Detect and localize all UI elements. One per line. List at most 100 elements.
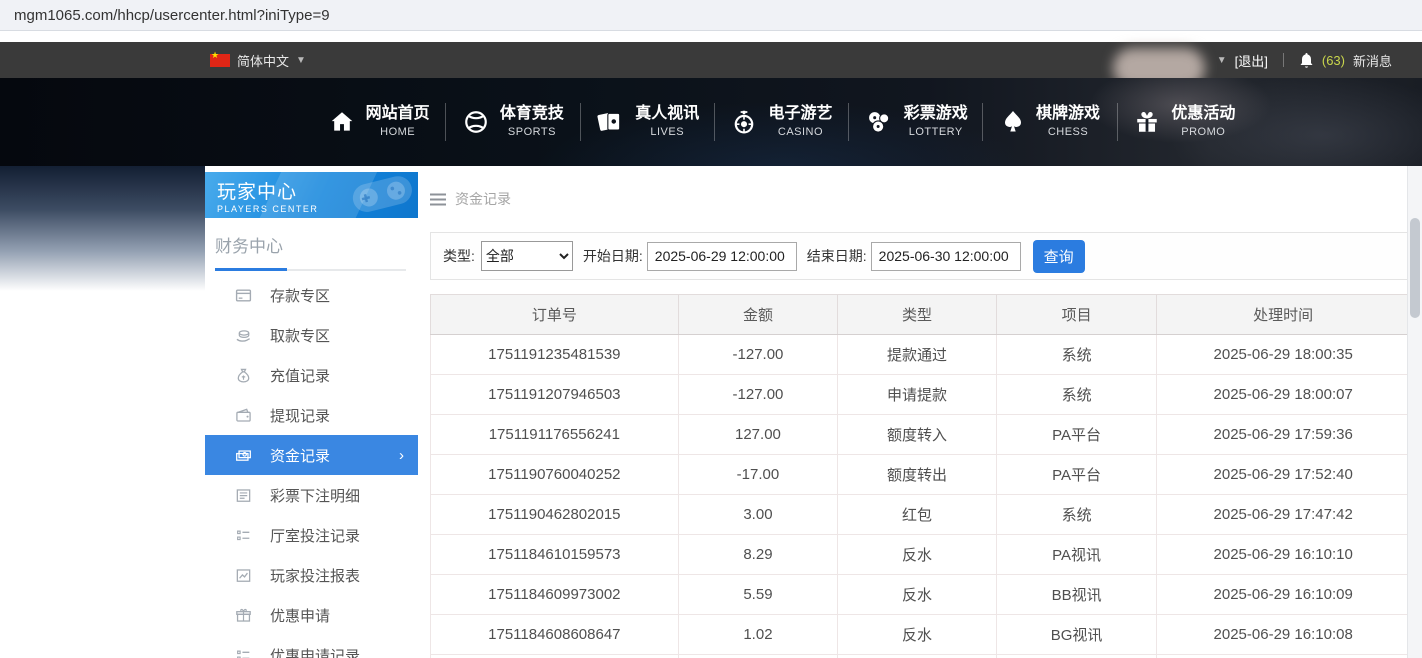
table-cell: 127.00 bbox=[678, 415, 838, 455]
nav-label-en: LOTTERY bbox=[909, 126, 963, 140]
table-cell: 2025-06-29 17:52:40 bbox=[1157, 455, 1410, 495]
sidebar-item-label: 存款专区 bbox=[270, 285, 330, 306]
language-selector[interactable]: ★ 简体中文 ▼ bbox=[210, 51, 306, 70]
nav-label-en: CASINO bbox=[778, 126, 823, 140]
deposit-card-icon bbox=[235, 287, 253, 304]
end-date-label: 结束日期: bbox=[807, 246, 867, 266]
table-cell bbox=[838, 655, 997, 658]
list-icon bbox=[235, 647, 253, 658]
nav-item-casino[interactable]: 电子游艺 CASINO bbox=[715, 78, 849, 166]
table-cell: 8.29 bbox=[678, 535, 838, 575]
table-cell: 系统 bbox=[996, 375, 1157, 415]
type-label: 类型: bbox=[443, 246, 475, 266]
sidebar-title-zh: 玩家中心 bbox=[217, 177, 418, 204]
scrollbar-thumb[interactable] bbox=[1410, 218, 1420, 318]
sidebar-section: 财务中心 bbox=[205, 218, 418, 271]
divider bbox=[1283, 53, 1284, 67]
hamburger-icon[interactable] bbox=[430, 193, 446, 206]
start-date-input[interactable] bbox=[647, 242, 797, 271]
table-cell: PA视讯 bbox=[996, 535, 1157, 575]
logout-link[interactable]: [退出] bbox=[1235, 51, 1268, 70]
sidebar-item-label: 玩家投注报表 bbox=[270, 565, 360, 586]
nav-label-en: PROMO bbox=[1181, 126, 1225, 140]
table-row: 1751191235481539-127.00提款通过系统2025-06-29 … bbox=[431, 335, 1410, 375]
column-header: 处理时间 bbox=[1157, 295, 1410, 335]
sidebar-item-label: 提现记录 bbox=[270, 405, 330, 426]
table-cell: PA平台 bbox=[996, 455, 1157, 495]
chevron-right-icon: › bbox=[399, 447, 404, 464]
table-cell: 2025-06-29 16:10:08 bbox=[1157, 615, 1410, 655]
sidebar-item-取款专区[interactable]: 取款专区 bbox=[205, 315, 418, 355]
sidebar-item-label: 充值记录 bbox=[270, 365, 330, 386]
spade-icon bbox=[1001, 109, 1025, 135]
table-cell: -17.00 bbox=[678, 455, 838, 495]
player-center-sidebar: 玩家中心 PLAYERS CENTER 财务中心 存款专区取款专区充值记录提现记… bbox=[205, 172, 418, 658]
nav-label-en: HOME bbox=[380, 126, 415, 140]
china-flag-icon: ★ bbox=[210, 54, 230, 67]
nav-label: 真人视讯LIVES bbox=[635, 104, 699, 140]
table-row: 17511846101595738.29反水PA视讯2025-06-29 16:… bbox=[431, 535, 1410, 575]
sports-ball-icon bbox=[463, 109, 489, 135]
sidebar-item-厅室投注记录[interactable]: 厅室投注记录 bbox=[205, 515, 418, 555]
type-select[interactable]: 全部 bbox=[481, 241, 573, 271]
table-cell: 红包 bbox=[838, 495, 997, 535]
nav-item-home[interactable]: 网站首页HOME bbox=[312, 78, 446, 166]
message-count[interactable]: (63) bbox=[1322, 53, 1345, 68]
section-underline bbox=[215, 269, 406, 271]
wallet-icon bbox=[235, 407, 253, 424]
nav-label: 棋牌游戏 CHESS bbox=[1036, 104, 1100, 140]
sidebar-item-label: 优惠申请 bbox=[270, 605, 330, 626]
bell-icon[interactable] bbox=[1299, 52, 1314, 69]
browser-url-bar[interactable]: mgm1065.com/hhcp/usercenter.html?iniType… bbox=[0, 0, 1422, 31]
nav-label-en: LIVES bbox=[650, 126, 684, 140]
table-cell: 1751184610159573 bbox=[431, 535, 679, 575]
search-button[interactable]: 查询 bbox=[1033, 240, 1085, 273]
table-cell: 2025-06-29 16:10:10 bbox=[1157, 535, 1410, 575]
sidebar-item-资金记录[interactable]: 资金记录› bbox=[205, 435, 418, 475]
table-cell: 1.02 bbox=[678, 615, 838, 655]
nav-item-promo[interactable]: 优惠活动 PROMO bbox=[1118, 78, 1252, 166]
table-cell: BB视讯 bbox=[996, 575, 1157, 615]
nav-label-zh: 彩票游戏 bbox=[904, 104, 968, 124]
nav-item-lives[interactable]: 真人视讯LIVES bbox=[581, 78, 715, 166]
table-cell: 反水 bbox=[838, 575, 997, 615]
table-cell: 2025-06-29 18:00:07 bbox=[1157, 375, 1410, 415]
funds-record-table: 订单号金额类型项目处理时间 1751191235481539-127.00提款通… bbox=[430, 294, 1410, 658]
sidebar-item-优惠申请记录[interactable]: 优惠申请记录 bbox=[205, 635, 418, 658]
chevron-down-icon[interactable]: ▼ bbox=[1217, 55, 1227, 66]
table-cell bbox=[996, 655, 1157, 658]
sidebar-item-提现记录[interactable]: 提现记录 bbox=[205, 395, 418, 435]
table-header-row: 订单号金额类型项目处理时间 bbox=[431, 295, 1410, 335]
nav-label-zh: 体育竞技 bbox=[500, 104, 564, 124]
table-row: 17511846099730025.59反水BB视讯2025-06-29 16:… bbox=[431, 575, 1410, 615]
sidebar-item-优惠申请[interactable]: 优惠申请 bbox=[205, 595, 418, 635]
main-nav: 网站首页HOME体育竞技SPORTS 真人视讯LIVES 电子游艺 CASINO 彩票游… bbox=[0, 78, 1422, 166]
table-cell: 额度转出 bbox=[838, 455, 997, 495]
column-header: 订单号 bbox=[431, 295, 679, 335]
end-date-input[interactable] bbox=[871, 242, 1021, 271]
gift-icon bbox=[1134, 109, 1160, 135]
nav-item-chess[interactable]: 棋牌游戏 CHESS bbox=[983, 78, 1117, 166]
withdraw-hand-icon bbox=[235, 327, 253, 344]
banknote-icon bbox=[235, 447, 253, 464]
sidebar-item-充值记录[interactable]: 充值记录 bbox=[205, 355, 418, 395]
money-bag-icon bbox=[235, 367, 253, 384]
sidebar-item-玩家投注报表[interactable]: 玩家投注报表 bbox=[205, 555, 418, 595]
gift-box-icon bbox=[235, 607, 253, 624]
new-message-label[interactable]: 新消息 bbox=[1353, 51, 1392, 70]
nav-item-sports[interactable]: 体育竞技SPORTS bbox=[446, 78, 580, 166]
table-cell: 1751184608608647 bbox=[431, 615, 679, 655]
nav-label-zh: 电子游艺 bbox=[768, 104, 832, 124]
nav-label: 电子游艺 CASINO bbox=[768, 104, 832, 140]
table-cell: 额度转入 bbox=[838, 415, 997, 455]
sidebar-item-存款专区[interactable]: 存款专区 bbox=[205, 275, 418, 315]
nav-label-en: CHESS bbox=[1048, 126, 1088, 140]
table-row: 1751191207946503-127.00申请提款系统2025-06-29 … bbox=[431, 375, 1410, 415]
nav-label-zh: 优惠活动 bbox=[1171, 104, 1235, 124]
table-cell: 提款通过 bbox=[838, 335, 997, 375]
nav-item-lottery[interactable]: 彩票游戏 LOTTERY bbox=[849, 78, 983, 166]
scrollbar[interactable] bbox=[1407, 166, 1422, 658]
nav-label-zh: 棋牌游戏 bbox=[1036, 104, 1100, 124]
sidebar-item-彩票下注明细[interactable]: 彩票下注明细 bbox=[205, 475, 418, 515]
funds-record-panel: 资金记录 类型: 全部 开始日期: 结束日期: 查询 订单号金额类型项目处理时间… bbox=[430, 172, 1410, 658]
